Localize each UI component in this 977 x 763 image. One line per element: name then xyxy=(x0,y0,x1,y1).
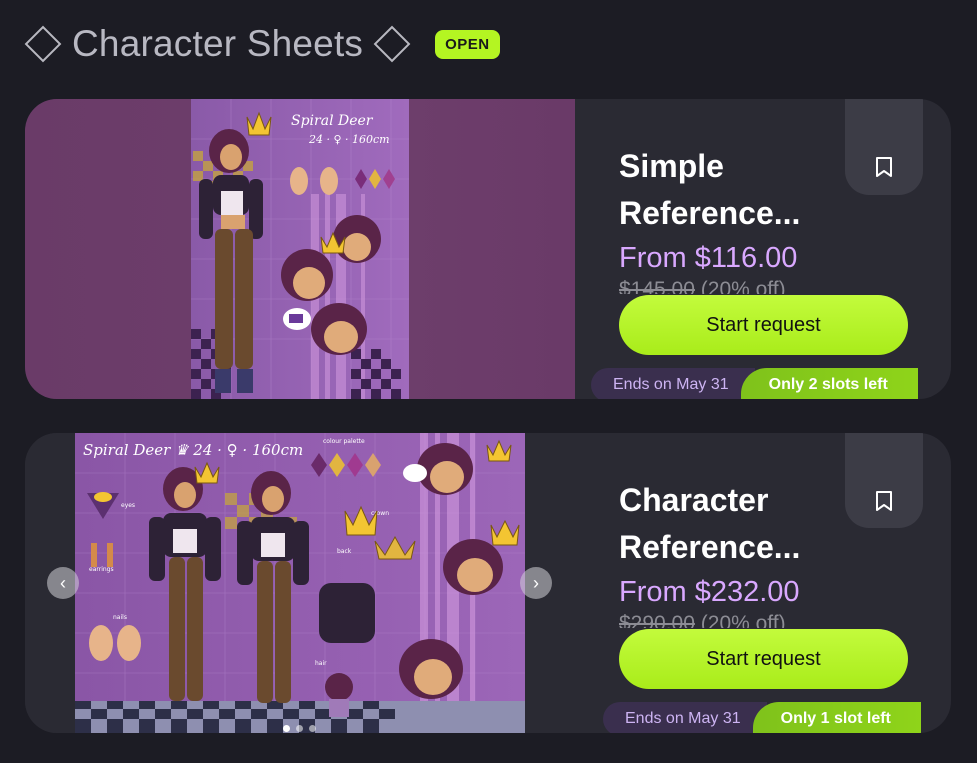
diamond-icon xyxy=(373,25,411,63)
art-label: eyes xyxy=(121,502,135,509)
card-media[interactable]: Spiral Deer 24 · ♀ · 160cm xyxy=(25,99,575,399)
section-header: Character Sheets OPEN xyxy=(24,22,500,66)
art-label: colour palette xyxy=(323,438,365,445)
original-price: $290.00 (20% off) xyxy=(619,612,786,628)
end-date-label: Ends on May 31 xyxy=(603,702,767,733)
card-info: Simple Reference... From $116.00 $145.00… xyxy=(575,99,951,399)
price: From $116.00 xyxy=(619,242,798,274)
carousel-next-button[interactable]: › xyxy=(520,567,552,599)
carousel-dot[interactable] xyxy=(296,725,303,732)
card-title[interactable]: Simple Reference... xyxy=(619,143,849,237)
art-subtitle: 24 · ♀ · 160cm xyxy=(308,133,390,146)
carousel-dot[interactable] xyxy=(309,725,316,732)
discount-label: (20% off) xyxy=(700,612,786,628)
original-price: $145.00 (20% off) xyxy=(619,278,786,294)
slots-left-badge: Only 1 slot left xyxy=(752,702,921,733)
art-label: nails xyxy=(113,614,127,621)
section-title: Character Sheets xyxy=(72,23,364,64)
chevron-right-icon: › xyxy=(533,572,539,593)
art-label: hair xyxy=(315,660,327,667)
availability-bar: Ends on May 31 Only 1 slot left xyxy=(603,701,921,733)
carousel-indicators xyxy=(283,725,316,732)
carousel-dot[interactable] xyxy=(283,725,290,732)
bookmark-icon xyxy=(876,157,892,177)
card-info: Character Reference... From $232.00 $290… xyxy=(575,433,951,733)
discount-label: (20% off) xyxy=(700,278,786,294)
slots-left-badge: Only 2 slots left xyxy=(740,368,918,399)
end-date-label: Ends on May 31 xyxy=(591,368,755,399)
availability-bar: Ends on May 31 Only 2 slots left xyxy=(591,367,918,399)
bookmark-button[interactable] xyxy=(845,433,923,528)
character-sheet-image: Spiral Deer 24 · ♀ · 160cm xyxy=(191,99,409,399)
carousel-prev-button[interactable]: ‹ xyxy=(47,567,79,599)
diamond-icon xyxy=(24,25,62,63)
art-label: back xyxy=(337,548,352,555)
commission-card[interactable]: Spiral Deer ♛ 24 · ♀ · 160cm colour pale… xyxy=(25,433,951,733)
start-request-button[interactable]: Start request xyxy=(619,295,908,355)
bookmark-button[interactable] xyxy=(845,99,923,195)
chevron-left-icon: ‹ xyxy=(60,572,66,593)
art-title: Spiral Deer xyxy=(291,113,374,129)
commission-card[interactable]: Spiral Deer 24 · ♀ · 160cm Simple Refere… xyxy=(25,99,951,399)
card-media-carousel[interactable]: Spiral Deer ♛ 24 · ♀ · 160cm colour pale… xyxy=(25,433,575,733)
card-title[interactable]: Character Reference... xyxy=(619,477,849,571)
art-label: earrings xyxy=(89,566,114,573)
art-title: Spiral Deer ♛ 24 · ♀ · 160cm xyxy=(83,441,303,459)
character-sheet-image: Spiral Deer ♛ 24 · ♀ · 160cm colour pale… xyxy=(75,433,525,733)
old-price-amount: $145.00 xyxy=(619,278,695,294)
price: From $232.00 xyxy=(619,576,800,608)
bookmark-icon xyxy=(876,490,892,511)
old-price-amount: $290.00 xyxy=(619,612,695,628)
status-badge: OPEN xyxy=(435,29,500,59)
start-request-button[interactable]: Start request xyxy=(619,629,908,689)
